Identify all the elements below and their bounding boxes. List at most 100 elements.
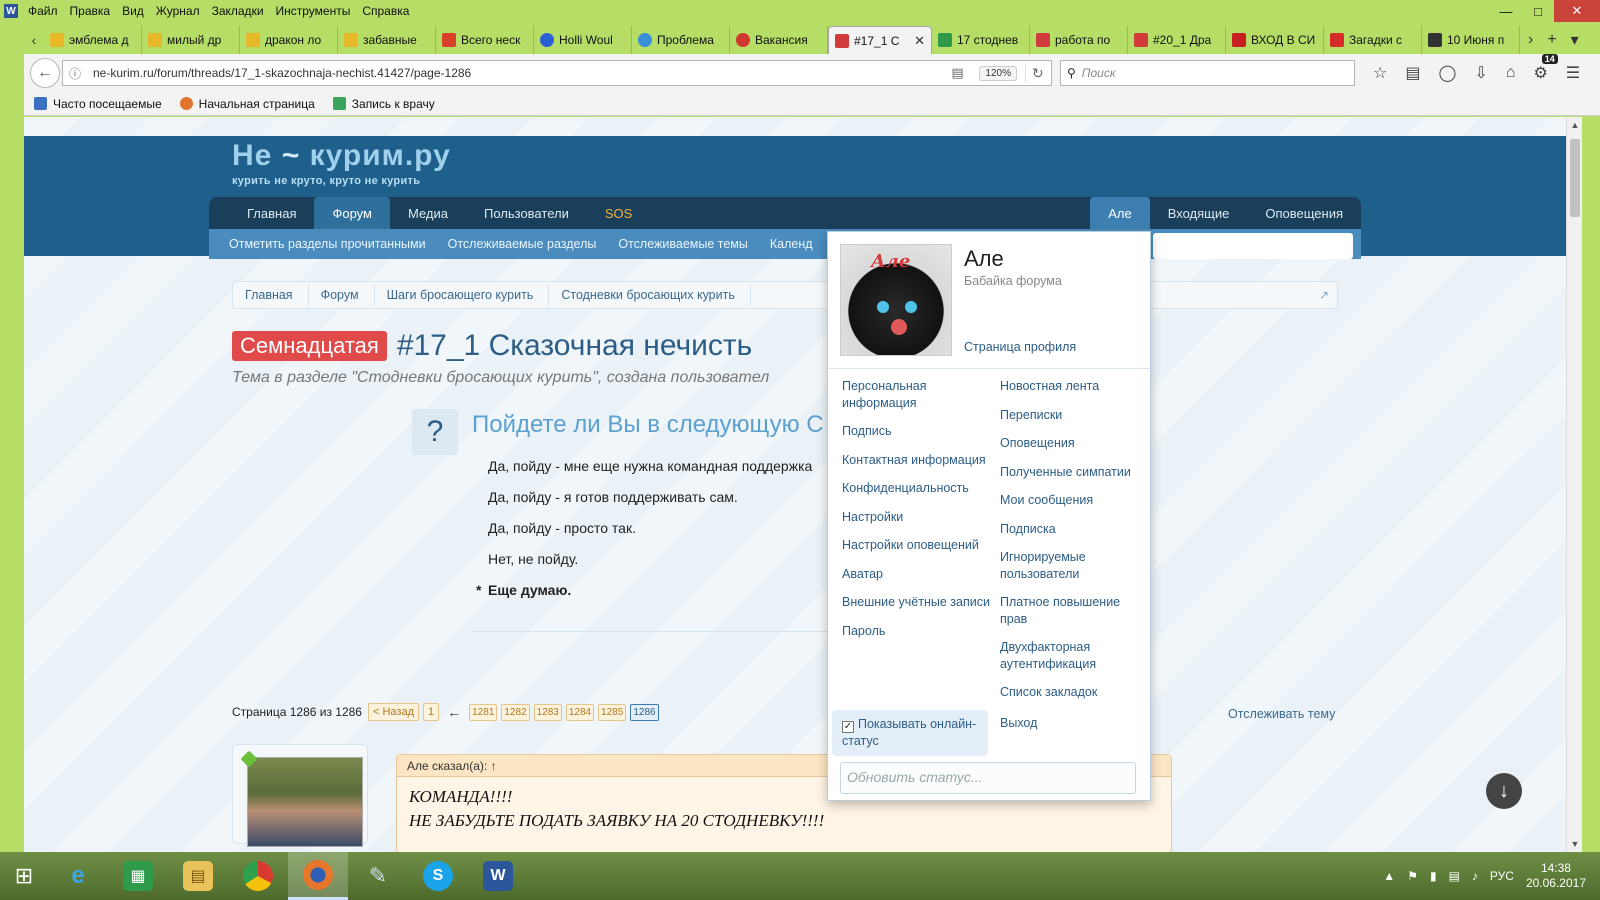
url-text[interactable]: ne-kurim.ru/forum/threads/17_1-skazochna… [85, 66, 951, 80]
close-tab-icon[interactable]: ✕ [914, 33, 925, 49]
reader-view-icon[interactable]: ▤ [951, 65, 971, 81]
tab[interactable]: забавные [338, 26, 436, 54]
nav-tab-media[interactable]: Медиа [390, 197, 466, 229]
menu-alert-settings[interactable]: Настройки оповещений [842, 537, 992, 554]
nav-tab-forum[interactable]: Форум [314, 197, 390, 229]
jump-to-icon[interactable]: ↗ [1319, 288, 1329, 302]
zoom-indicator[interactable]: 120% [979, 65, 1017, 81]
clock[interactable]: 14:38 20.06.2017 [1526, 861, 1586, 891]
bookmark-item[interactable]: Часто посещаемые [34, 97, 162, 111]
menu-bookmarks[interactable]: Закладки [212, 4, 264, 18]
tab[interactable]: работа по [1030, 26, 1128, 54]
file-explorer-icon[interactable]: ▤ [168, 852, 228, 900]
tab[interactable]: #20_1 Дра [1128, 26, 1226, 54]
logout-link[interactable]: Выход [1000, 716, 1037, 730]
reading-list-icon[interactable]: ▤ [1405, 63, 1420, 83]
page-link[interactable]: 1 [422, 703, 440, 721]
menu-two-factor[interactable]: Двухфакторная аутентификация [1000, 639, 1150, 672]
addon-icon[interactable]: ⚙ 14 [1533, 54, 1558, 83]
menu-my-posts[interactable]: Мои сообщения [1000, 492, 1150, 509]
page-scrollbar[interactable]: ▲ ▼ [1566, 117, 1582, 852]
menu-bookmarks-list[interactable]: Список закладок [1000, 684, 1150, 701]
scroll-tabs-left-icon[interactable]: ‹ [24, 26, 44, 54]
menu-privacy[interactable]: Конфиденциальность [842, 480, 992, 497]
subnav-mark-read[interactable]: Отметить разделы прочитанными [229, 237, 426, 251]
skype-icon[interactable]: S [408, 852, 468, 900]
url-bar[interactable]: ⓘ ne-kurim.ru/forum/threads/17_1-skazoch… [62, 60, 1052, 86]
prev-page-button[interactable]: < Назад [367, 703, 419, 721]
nav-tab-home[interactable]: Главная [229, 197, 314, 229]
avatar[interactable] [247, 757, 363, 847]
back-icon[interactable]: ← [30, 58, 60, 88]
tab[interactable]: Загадки с [1324, 26, 1422, 54]
tab-active[interactable]: #17_1 С ✕ [828, 26, 932, 54]
menu-history[interactable]: Журнал [156, 4, 200, 18]
internet-explorer-icon[interactable]: e [48, 852, 108, 900]
tab[interactable]: Всего неск [436, 26, 534, 54]
site-search-input[interactable] [1153, 233, 1353, 259]
bookmark-star-icon[interactable]: ☆ [1373, 63, 1387, 83]
online-status-toggle[interactable]: ✓ Показывать онлайн-статус [832, 710, 988, 756]
scroll-tabs-right-icon[interactable]: › [1528, 31, 1533, 49]
battery-icon[interactable]: ▮ [1430, 869, 1437, 883]
nav-tab-alerts[interactable]: Оповещения [1247, 197, 1361, 229]
network-icon[interactable]: ▤ [1449, 869, 1460, 883]
menu-alerts[interactable]: Оповещения [1000, 435, 1150, 452]
list-tabs-icon[interactable]: ▾ [1571, 30, 1579, 50]
tab[interactable]: ВХОД В СИ [1226, 26, 1324, 54]
breadcrumb-item[interactable]: Главная [233, 284, 309, 306]
firefox-icon[interactable] [288, 852, 348, 900]
tab[interactable]: Проблема [632, 26, 730, 54]
tab[interactable]: Вакансия [730, 26, 828, 54]
pocket-icon[interactable]: ◯ [1438, 63, 1456, 83]
menu-password[interactable]: Пароль [842, 623, 992, 640]
menu-settings[interactable]: Настройки [842, 509, 992, 526]
breadcrumb-item[interactable]: Форум [309, 284, 375, 306]
menu-signature[interactable]: Подпись [842, 423, 992, 440]
status-update-input[interactable]: Обновить статус... [840, 762, 1136, 794]
subnav-calendar[interactable]: Календ [770, 237, 813, 251]
maximize-icon[interactable]: □ [1522, 0, 1554, 22]
user-avatar[interactable]: Але [840, 244, 952, 356]
word-icon[interactable]: W [468, 852, 528, 900]
menu-avatar[interactable]: Аватар [842, 566, 992, 583]
menu-tools[interactable]: Инструменты [276, 4, 351, 18]
page-link[interactable]: 1284 [565, 703, 595, 721]
nav-tab-account[interactable]: Але [1090, 197, 1150, 229]
paint-icon[interactable]: ✎ [348, 852, 408, 900]
search-input[interactable]: ⚲ Поиск [1060, 60, 1355, 86]
close-window-icon[interactable]: ✕ [1554, 0, 1600, 22]
downloads-icon[interactable]: ⇩ [1474, 63, 1487, 83]
home-icon[interactable]: ⌂ [1506, 64, 1516, 82]
page-link[interactable]: 1282 [501, 703, 530, 721]
page-link[interactable]: 1281 [469, 703, 498, 721]
menu-hamburger-icon[interactable]: ☰ [1566, 63, 1580, 83]
chrome-icon[interactable] [228, 852, 288, 900]
site-logo[interactable]: Не ~ курим.ру курить не круто, круто не … [232, 139, 451, 187]
tray-overflow-icon[interactable]: ▲ [1383, 869, 1395, 883]
menu-likes-received[interactable]: Полученные симпатии [1000, 464, 1150, 481]
scroll-down-arrow-icon[interactable]: ▼ [1567, 836, 1582, 852]
breadcrumb-item[interactable]: Стодневки бросающих курить [549, 284, 751, 306]
reload-icon[interactable]: ↻ [1025, 64, 1045, 82]
input-language[interactable]: РУС [1490, 869, 1514, 883]
tab[interactable]: 17 стоднев [932, 26, 1030, 54]
page-link-current[interactable]: 1286 [630, 703, 659, 721]
nav-tab-sos[interactable]: SOS [587, 197, 650, 229]
thread-prefix-badge[interactable]: Семнадцатая [232, 331, 387, 361]
tab[interactable]: милый др [142, 26, 240, 54]
flag-icon[interactable]: ⚑ [1407, 869, 1418, 883]
bookmark-item[interactable]: Начальная страница [179, 97, 315, 111]
watch-thread-link[interactable]: Отслеживать тему [1228, 707, 1335, 721]
subnav-watched-forums[interactable]: Отслеживаемые разделы [448, 237, 597, 251]
bookmark-item[interactable]: Запись к врачу [332, 97, 435, 111]
menu-personal-info[interactable]: Персональная информация [842, 378, 992, 411]
menu-subscription[interactable]: Подписка [1000, 521, 1150, 538]
checkbox-checked-icon[interactable]: ✓ [842, 721, 854, 733]
nav-tab-inbox[interactable]: Входящие [1150, 197, 1248, 229]
scroll-down-icon[interactable]: ↓ [1486, 773, 1522, 809]
new-tab-icon[interactable]: + [1547, 31, 1556, 49]
menu-ignored-users[interactable]: Игнорируемые пользователи [1000, 549, 1150, 582]
site-info-icon[interactable]: ⓘ [69, 65, 85, 82]
menu-conversations[interactable]: Переписки [1000, 407, 1150, 424]
